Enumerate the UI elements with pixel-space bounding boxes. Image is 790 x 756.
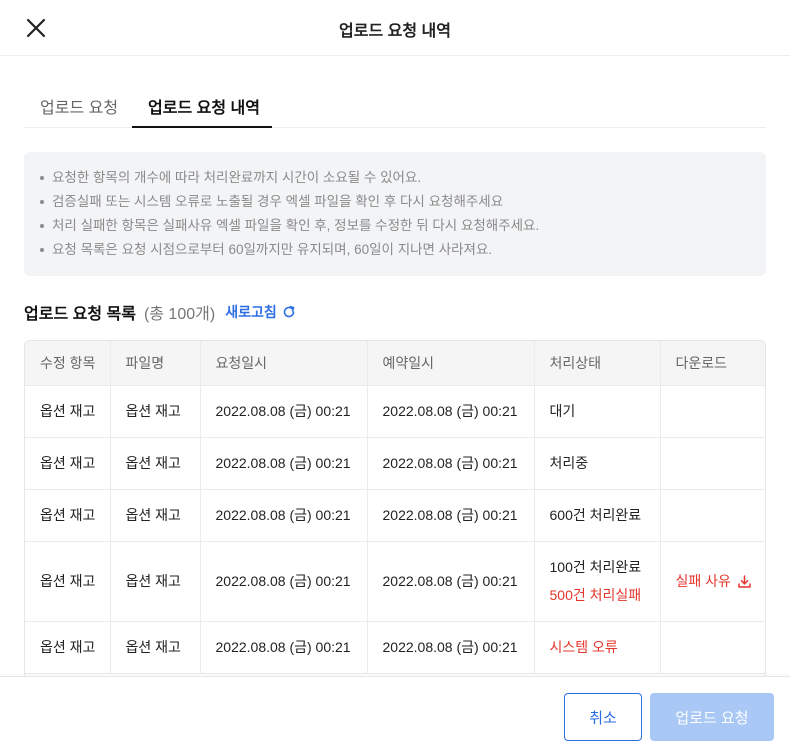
cell-reserved: 2022.08.08 (금) 00:21 bbox=[367, 541, 535, 622]
column-header: 수정 항목 bbox=[25, 341, 111, 386]
cancel-button[interactable]: 취소 bbox=[564, 693, 642, 741]
cell-file: 옵션 재고 bbox=[110, 385, 201, 438]
cell-item: 옵션 재고 bbox=[25, 489, 111, 542]
cell-status: 시스템 오류 bbox=[534, 621, 661, 674]
list-title: 업로드 요청 목록 bbox=[24, 306, 136, 323]
status-success: 100건 처리완료 bbox=[549, 559, 642, 575]
cell-reserved: 2022.08.08 (금) 00:21 bbox=[367, 385, 535, 438]
refresh-label: 새로고침 bbox=[225, 304, 277, 320]
column-header: 예약일시 bbox=[367, 341, 535, 386]
refresh-button[interactable]: 새로고침 bbox=[225, 302, 296, 322]
notice-item: 요청 목록은 요청 시점으로부터 60일까지만 유지되며, 60일이 지나면 사… bbox=[40, 238, 750, 262]
upload-request-button[interactable]: 업로드 요청 bbox=[650, 693, 774, 741]
modal-header: 업로드 요청 내역 bbox=[0, 0, 790, 56]
list-count: (총 100개) bbox=[143, 306, 216, 323]
status-failed: 500건 처리실패 bbox=[549, 587, 642, 603]
column-header: 처리상태 bbox=[534, 341, 661, 386]
table-row: 옵션 재고 옵션 재고 2022.08.08 (금) 00:21 2022.08… bbox=[25, 437, 765, 490]
cell-file: 옵션 재고 bbox=[110, 541, 201, 622]
notice-item: 처리 실패한 항목은 실패사유 엑셀 파일을 확인 후, 정보를 수정한 뒤 다… bbox=[40, 214, 750, 238]
cell-item: 옵션 재고 bbox=[25, 437, 111, 490]
cell-download bbox=[660, 489, 765, 542]
cell-item: 옵션 재고 bbox=[25, 385, 111, 438]
fail-reason-download-link[interactable]: 실패 사유 bbox=[676, 571, 752, 591]
download-icon bbox=[738, 574, 751, 588]
cell-file: 옵션 재고 bbox=[110, 621, 201, 674]
fail-reason-label: 실패 사유 bbox=[675, 573, 731, 589]
cell-requested: 2022.08.08 (금) 00:21 bbox=[200, 437, 368, 490]
notice-item: 요청한 항목의 개수에 따라 처리완료까지 시간이 소요될 수 있어요. bbox=[40, 166, 750, 190]
notice-box: 요청한 항목의 개수에 따라 처리완료까지 시간이 소요될 수 있어요. 검증실… bbox=[24, 152, 766, 276]
cell-requested: 2022.08.08 (금) 00:21 bbox=[200, 621, 368, 674]
cell-item: 옵션 재고 bbox=[25, 541, 111, 622]
modal-footer: 취소 업로드 요청 bbox=[0, 676, 790, 756]
list-header: 업로드 요청 목록 (총 100개) 새로고침 bbox=[24, 300, 296, 324]
cell-status: 100건 처리완료 500건 처리실패 bbox=[534, 541, 661, 622]
cell-reserved: 2022.08.08 (금) 00:21 bbox=[367, 437, 535, 490]
tab-bar: 업로드 요청 업로드 요청 내역 bbox=[24, 84, 766, 128]
column-header: 파일명 bbox=[110, 341, 201, 386]
cell-reserved: 2022.08.08 (금) 00:21 bbox=[367, 489, 535, 542]
refresh-icon bbox=[283, 305, 295, 318]
column-header: 다운로드 bbox=[660, 341, 765, 386]
cell-file: 옵션 재고 bbox=[110, 489, 201, 542]
cell-reserved: 2022.08.08 (금) 00:21 bbox=[367, 621, 535, 674]
cell-status: 600건 처리완료 bbox=[534, 489, 661, 542]
cell-requested: 2022.08.08 (금) 00:21 bbox=[200, 385, 368, 438]
table-header-row: 수정 항목 파일명 요청일시 예약일시 처리상태 다운로드 bbox=[25, 341, 765, 386]
request-table: 수정 항목 파일명 요청일시 예약일시 처리상태 다운로드 옵션 재고 옵션 재… bbox=[24, 340, 766, 680]
cell-download bbox=[660, 385, 765, 438]
table-row: 옵션 재고 옵션 재고 2022.08.08 (금) 00:21 2022.08… bbox=[25, 621, 765, 674]
table-row: 옵션 재고 옵션 재고 2022.08.08 (금) 00:21 2022.08… bbox=[25, 385, 765, 438]
cell-download bbox=[660, 621, 765, 674]
column-header: 요청일시 bbox=[200, 341, 368, 386]
table-row: 옵션 재고 옵션 재고 2022.08.08 (금) 00:21 2022.08… bbox=[25, 489, 765, 542]
cell-requested: 2022.08.08 (금) 00:21 bbox=[200, 489, 368, 542]
page-title: 업로드 요청 내역 bbox=[339, 23, 451, 40]
cell-file: 옵션 재고 bbox=[110, 437, 201, 490]
cell-download: 실패 사유 bbox=[660, 541, 765, 622]
cell-status: 대기 bbox=[534, 385, 661, 438]
table-row: 옵션 재고 옵션 재고 2022.08.08 (금) 00:21 2022.08… bbox=[25, 541, 765, 622]
tab-upload-request[interactable]: 업로드 요청 bbox=[40, 94, 118, 128]
cell-download bbox=[660, 437, 765, 490]
tab-upload-history[interactable]: 업로드 요청 내역 bbox=[132, 94, 272, 128]
notice-item: 검증실패 또는 시스템 오류로 노출될 경우 엑셀 파일을 확인 후 다시 요청… bbox=[40, 190, 750, 214]
cell-requested: 2022.08.08 (금) 00:21 bbox=[200, 541, 368, 622]
cell-status: 처리중 bbox=[534, 437, 661, 490]
cell-item: 옵션 재고 bbox=[25, 621, 111, 674]
